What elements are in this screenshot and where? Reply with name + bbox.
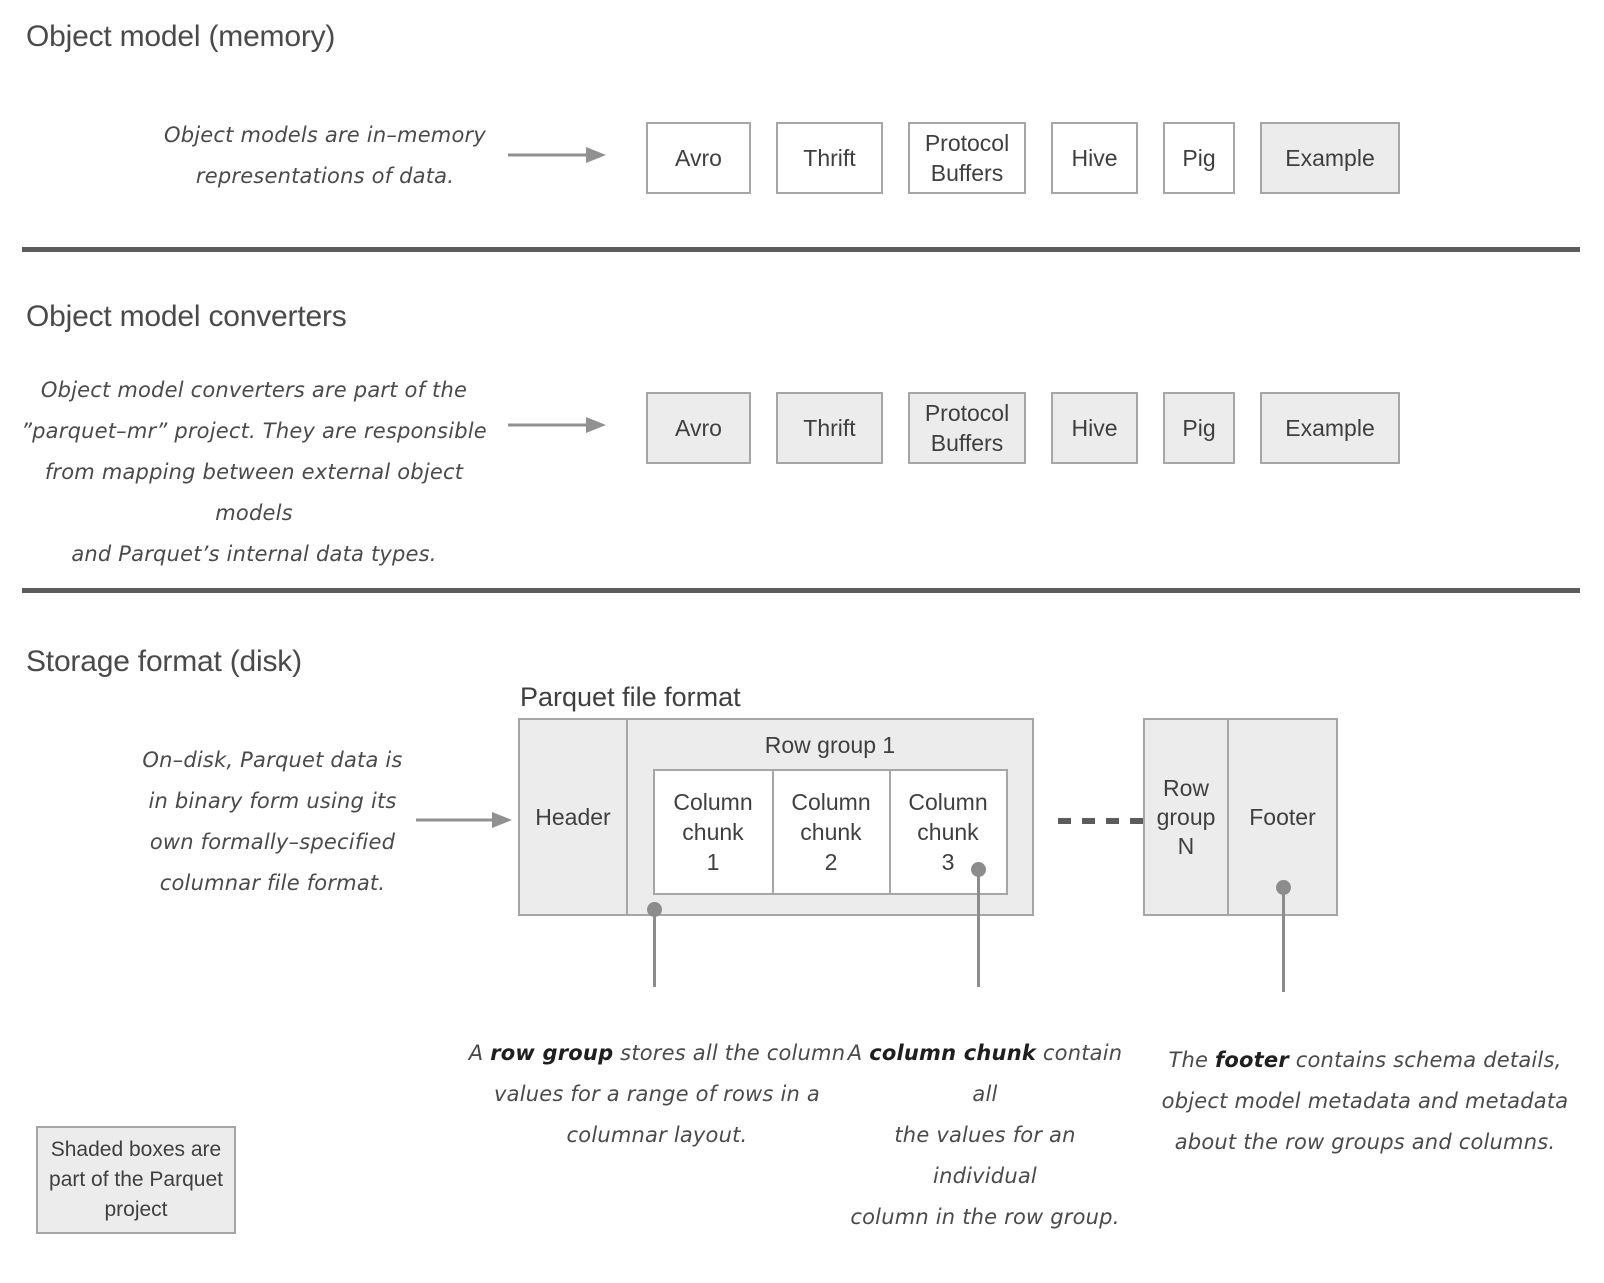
divider-1 xyxy=(22,247,1580,252)
object-model-note: Object models are in–memory representati… xyxy=(164,123,486,188)
object-model-box-row: Avro Thrift Protocol Buffers Hive Pig Example xyxy=(646,122,1400,194)
callout-footer-bold: footer xyxy=(1215,1048,1289,1072)
callout-column-chunk-bold: column chunk xyxy=(869,1041,1037,1065)
footer-leader-line xyxy=(1282,887,1285,992)
callout-column-chunk: A column chunk contain all the values fo… xyxy=(840,992,1130,1238)
object-model-box: Example xyxy=(1260,122,1400,194)
object-model-box: Protocol Buffers xyxy=(908,122,1026,194)
arrow-object-model xyxy=(508,147,606,163)
arrow-converters xyxy=(508,417,606,433)
section-title-storage: Storage format (disk) xyxy=(26,645,302,678)
column-chunk-cell: Column chunk 3 xyxy=(888,771,1006,893)
callout-column-chunk-lead: A xyxy=(847,1041,870,1065)
storage-note: On–disk, Parquet data is in binary form … xyxy=(142,748,403,895)
row-group-1: Row group 1 Column chunk 1 Column chunk 2… xyxy=(626,720,1032,914)
section-title-converters: Object model converters xyxy=(26,300,347,333)
callout-row-group: A row group stores all the column values… xyxy=(452,992,862,1156)
row-group-leader-line xyxy=(653,909,656,987)
row-group-n-cell: Row group N xyxy=(1145,720,1227,914)
divider-2 xyxy=(22,588,1580,593)
object-model-box: Pig xyxy=(1163,122,1235,194)
converter-box: Avro xyxy=(646,392,751,464)
row-group-1-label: Row group 1 xyxy=(764,732,896,758)
callout-row-group-bold: row group xyxy=(490,1041,614,1065)
converter-box: Hive xyxy=(1051,392,1138,464)
callout-row-group-lead: A xyxy=(468,1041,491,1065)
parquet-format-title: Parquet file format xyxy=(520,682,741,712)
column-chunks: Column chunk 1 Column chunk 2 Column chunk… xyxy=(652,769,1008,895)
callout-column-chunk-rest: contain all the values for an individual… xyxy=(850,1041,1123,1229)
callout-footer: The footer contains schema details, obje… xyxy=(1160,999,1570,1163)
column-chunk-leader-line xyxy=(977,869,980,987)
object-model-box: Avro xyxy=(646,122,751,194)
converter-box: Protocol Buffers xyxy=(908,392,1026,464)
converters-box-row: Avro Thrift Protocol Buffers Hive Pig Example xyxy=(646,392,1400,464)
object-model-box: Thrift xyxy=(776,122,883,194)
callout-footer-lead: The xyxy=(1168,1048,1216,1072)
column-chunk-cell: Column chunk 1 xyxy=(654,771,772,893)
object-model-box: Hive xyxy=(1051,122,1138,194)
converter-box: Example xyxy=(1260,392,1400,464)
parquet-file-block: Header Row group 1 Column chunk 1 Column … xyxy=(518,718,1034,916)
parquet-tail-block: Row group N Footer xyxy=(1143,718,1338,916)
section-title-object-model: Object model (memory) xyxy=(26,20,336,53)
arrow-storage xyxy=(416,812,512,828)
continuation-dashes xyxy=(1058,818,1143,824)
column-chunk-cell: Column chunk 2 xyxy=(771,771,889,893)
converter-box: Pig xyxy=(1163,392,1235,464)
header-cell: Header xyxy=(520,720,626,914)
converters-note: Object model converters are part of the … xyxy=(21,378,487,566)
legend-shaded-boxes: Shaded boxes are part of the Parquet pro… xyxy=(36,1126,236,1234)
converter-box: Thrift xyxy=(776,392,883,464)
diagram-canvas: Object model (memory) Object models are … xyxy=(0,0,1604,1283)
